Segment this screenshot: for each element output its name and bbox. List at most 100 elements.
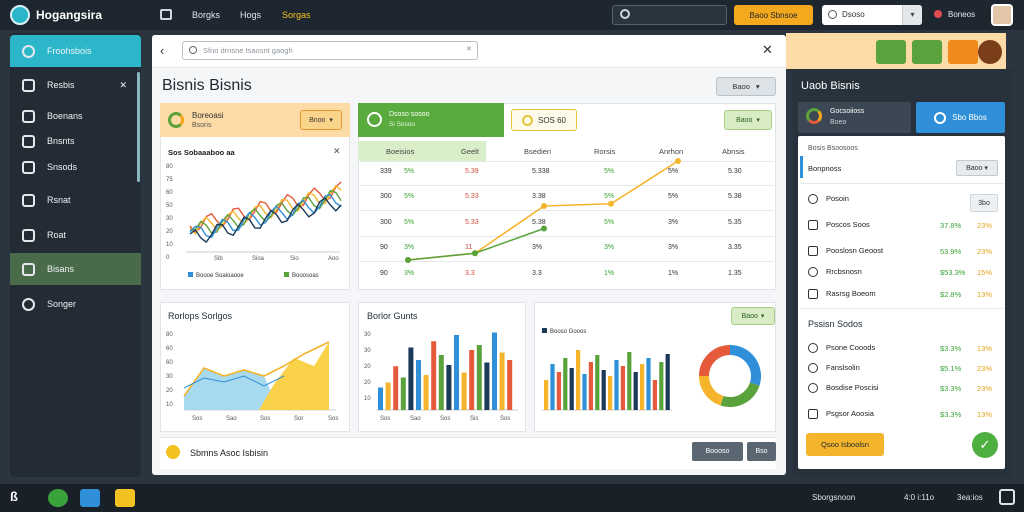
avatar[interactable] <box>978 40 1002 64</box>
chevron-down-icon[interactable]: ▾ <box>902 5 922 25</box>
y-tick-label: 20 <box>166 229 173 235</box>
nav-link-1[interactable]: Borgks <box>192 10 220 20</box>
data-point <box>541 203 547 209</box>
divider <box>800 308 1003 309</box>
y-tick-label: 20 <box>364 380 371 386</box>
list-value: $3.3% <box>940 344 962 353</box>
close-icon[interactable]: ✕ <box>119 80 127 91</box>
list-item-label: Posoin <box>826 194 849 203</box>
x-tick-label: Sao <box>410 416 421 422</box>
nav-link-2[interactable]: Hogs <box>240 10 261 20</box>
bar <box>469 350 475 410</box>
start-icon[interactable]: ß <box>10 489 18 504</box>
bar <box>601 370 606 410</box>
bar <box>476 345 482 410</box>
area-series <box>259 342 329 410</box>
pie-icon <box>168 112 184 128</box>
settings-icon[interactable] <box>999 489 1015 505</box>
nav-menu-icon[interactable] <box>160 9 172 20</box>
chat-icon[interactable] <box>912 40 942 64</box>
chart-2-line-overlay <box>405 158 681 263</box>
bar <box>659 362 664 410</box>
y-tick-label: 30 <box>166 216 173 222</box>
sidebar-item-tag[interactable]: Roat <box>10 219 141 251</box>
list-item[interactable]: Rrcbsnosn <box>808 267 862 278</box>
sidebar-item-folders[interactable]: Snsods <box>10 151 141 183</box>
top-user-name[interactable]: Boneos <box>948 10 975 19</box>
right-dropdown[interactable]: Baoo ▾ <box>956 160 998 176</box>
list-item-label: Rasrsg Boeom <box>826 289 876 298</box>
data-point <box>608 200 614 207</box>
sidebar-item-charts[interactable]: Bisans <box>10 253 141 285</box>
bar <box>563 358 568 410</box>
list-item[interactable]: Bosdise Poscisi <box>808 383 879 394</box>
legend-swatch <box>284 272 289 277</box>
list-item[interactable]: Rasrsg Boeom <box>808 289 876 300</box>
legend-label: Booosoas <box>292 273 319 279</box>
bottom-button-small[interactable]: Bso <box>747 442 776 461</box>
list-item[interactable]: Fanslsolin <box>808 363 860 374</box>
document-icon <box>22 134 35 148</box>
app-icon[interactable] <box>80 489 100 507</box>
avatar[interactable] <box>991 4 1013 26</box>
list-item[interactable]: Posoin <box>808 194 849 205</box>
x-tick-label: Sio <box>290 256 299 262</box>
bar <box>431 341 437 410</box>
x-tick-label: Sis <box>470 416 478 422</box>
card-dropdown[interactable]: Baoo ▾ <box>724 110 772 130</box>
x-tick-label: Sioa <box>252 256 265 262</box>
chart-3: 80 60 60 30 20 10 Sos Sao Sos Sor Sos <box>166 332 338 422</box>
main-search-input[interactable]: Sfno drnsne tsaosnt gaogh <box>182 41 478 60</box>
pie-slice <box>729 345 761 386</box>
y-tick-label: 10 <box>166 402 173 408</box>
grid-icon[interactable] <box>876 40 906 64</box>
bar <box>507 360 513 410</box>
legend-swatch <box>542 328 547 333</box>
y-tick-label: 60 <box>166 346 173 352</box>
app-icon[interactable] <box>48 489 68 507</box>
edit-icon <box>808 409 818 420</box>
sidebar-item-dashboard[interactable]: Froohsbois <box>10 35 141 67</box>
list-value: 23% <box>977 247 993 256</box>
close-icon[interactable]: ✕ <box>762 42 773 58</box>
list-value: 23% <box>977 221 993 230</box>
card-dropdown[interactable]: Bnoo ▾ <box>300 110 342 130</box>
sidebar-item-user[interactable]: Songer <box>10 288 141 320</box>
search-icon <box>808 267 818 278</box>
bottom-button[interactable]: Boooso <box>692 442 743 461</box>
bar <box>400 377 406 410</box>
back-arrow-icon[interactable]: ‹ <box>160 43 164 58</box>
right-mini-dropdown[interactable]: 3bo <box>970 194 998 212</box>
right-list <box>798 136 1005 469</box>
check-icon[interactable]: ✓ <box>972 432 998 458</box>
app-icon[interactable] <box>115 489 135 507</box>
y-tick-label: 75 <box>166 177 173 183</box>
list-item[interactable]: Psone Cooods <box>808 343 875 354</box>
bar <box>620 366 625 410</box>
status-pill[interactable]: SOS 60 <box>511 109 577 131</box>
sidebar-item-reports[interactable]: Resbis ✕ <box>10 69 141 101</box>
clear-icon[interactable]: ✕ <box>466 45 472 53</box>
x-tick-label: Sao <box>226 416 237 422</box>
right-cta-button[interactable]: Qsoo Isboolsn <box>806 433 884 456</box>
nav-link-3[interactable]: Sorgas <box>282 10 311 20</box>
list-item[interactable]: Psgsor Aoosia <box>808 409 874 420</box>
tag-icon[interactable] <box>948 40 978 64</box>
notification-icon[interactable] <box>934 10 942 18</box>
folder-icon <box>22 160 35 174</box>
list-item-label: Psgsor Aoosia <box>826 409 874 418</box>
top-cta-button[interactable]: Baoo Sbnsoe <box>734 5 813 25</box>
data-point <box>472 250 478 257</box>
taskbar-user[interactable]: Sborgsnoon <box>812 493 855 502</box>
card-dropdown-label: Baoo <box>736 116 753 124</box>
bar <box>544 380 549 410</box>
sidebar-item-cart[interactable]: Rsnat <box>10 184 141 216</box>
list-item[interactable]: Pooslosn Geoost <box>808 246 884 257</box>
right-action-button[interactable]: Sbo Bbos <box>916 102 1005 133</box>
bar <box>484 362 490 410</box>
bar <box>378 387 383 410</box>
list-item[interactable]: Poscos Soos <box>808 220 870 231</box>
list-item-label: Pooslosn Geoost <box>826 246 884 255</box>
bar <box>556 372 561 410</box>
title-dropdown[interactable]: Baoo ▾ <box>716 77 776 96</box>
